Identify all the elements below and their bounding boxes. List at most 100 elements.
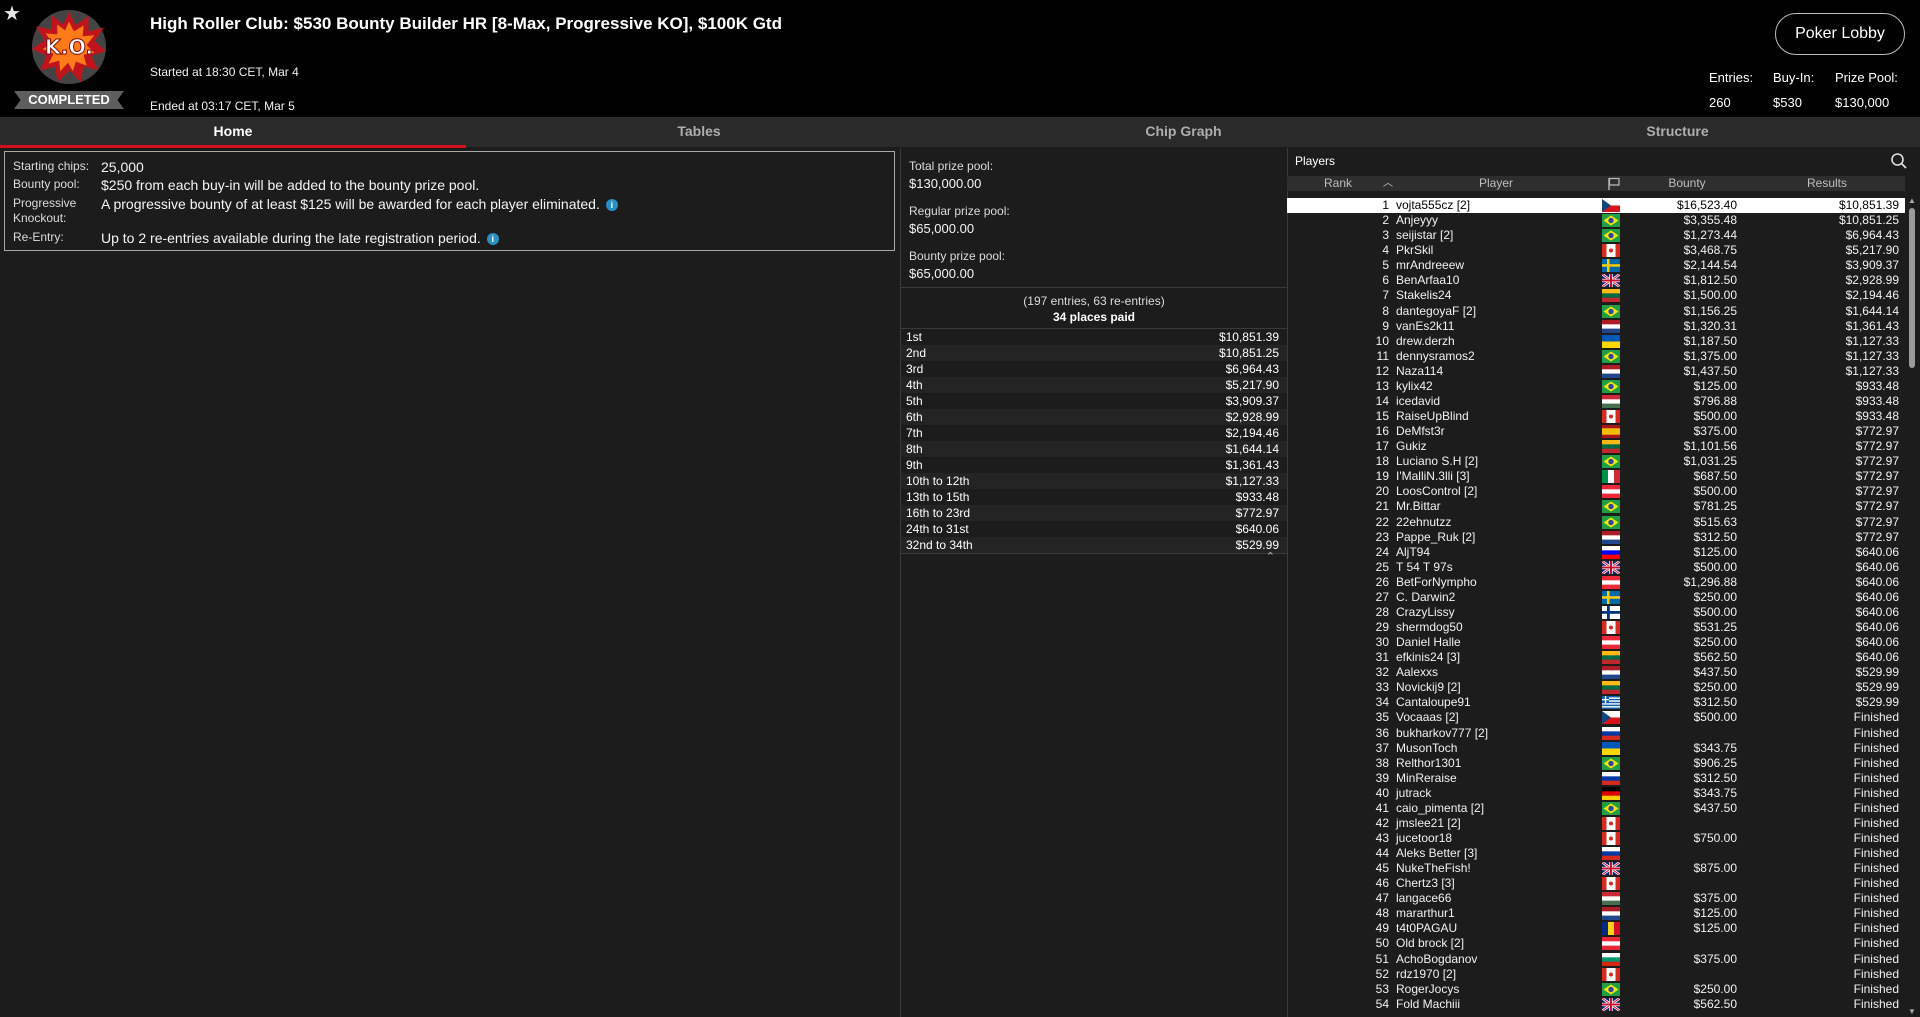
bounty-pool-value: $250 from each buy-in will be added to t… bbox=[101, 177, 480, 193]
table-row[interactable]: 34 Cantaloupe91 $312.50 $529.99 bbox=[1287, 695, 1905, 710]
scroll-up-icon[interactable]: ▲ bbox=[1908, 196, 1916, 205]
table-row[interactable]: 10 drew.derzh $1,187.50 $1,127.33 bbox=[1287, 334, 1905, 349]
table-row[interactable]: 29 shermdog50 $531.25 $640.06 bbox=[1287, 620, 1905, 635]
table-row[interactable]: 35 Vocaaas [2] $500.00 Finished bbox=[1287, 710, 1905, 725]
table-row[interactable]: 21 Mr.Bittar $781.25 $772.97 bbox=[1287, 499, 1905, 514]
table-row[interactable]: 53 RogerJocys $250.00 Finished bbox=[1287, 982, 1905, 997]
player-bounty: $687.50 bbox=[1693, 469, 1737, 484]
scroll-thumb[interactable] bbox=[1909, 208, 1915, 368]
player-rank: 7 bbox=[1382, 288, 1389, 303]
tab-structure[interactable]: Structure bbox=[1435, 117, 1920, 147]
table-row[interactable]: 39 MinReraise $312.50 Finished bbox=[1287, 771, 1905, 786]
table-row[interactable]: 16 DeMfst3r $375.00 $772.97 bbox=[1287, 424, 1905, 439]
table-row[interactable]: 23 Pappe_Ruk [2] $312.50 $772.97 bbox=[1287, 530, 1905, 545]
table-row[interactable]: 49 t4t0PAGAU $125.00 Finished bbox=[1287, 921, 1905, 936]
table-row[interactable]: 5 mrAndreeew $2,144.54 $3,909.37 bbox=[1287, 258, 1905, 273]
table-row[interactable]: 12 Naza114 $1,437.50 $1,127.33 bbox=[1287, 364, 1905, 379]
table-row[interactable]: 32 Aalexxs $437.50 $529.99 bbox=[1287, 665, 1905, 680]
table-row[interactable]: 47 langace66 $375.00 Finished bbox=[1287, 891, 1905, 906]
table-row[interactable]: 38 Relthor1301 $906.25 Finished bbox=[1287, 756, 1905, 771]
country-flag-icon bbox=[1602, 515, 1620, 529]
player-result: Finished bbox=[1853, 951, 1899, 966]
player-column-header[interactable]: Player bbox=[1396, 176, 1596, 191]
rank-column-header[interactable]: Rank bbox=[1287, 176, 1389, 191]
flag-icon[interactable] bbox=[1607, 177, 1621, 190]
table-row[interactable]: 46 Chertz3 [3] Finished bbox=[1287, 876, 1905, 891]
table-row[interactable]: 42 jmslee21 [2] Finished bbox=[1287, 816, 1905, 831]
table-row[interactable]: 2 Anjeyyy $3,355.48 $10,851.25 bbox=[1287, 213, 1905, 228]
player-name: BenArfaa10 bbox=[1396, 273, 1460, 288]
player-rank: 26 bbox=[1375, 574, 1389, 589]
table-row[interactable]: 40 jutrack $343.75 Finished bbox=[1287, 786, 1905, 801]
table-row[interactable]: 18 Luciano S.H [2] $1,031.25 $772.97 bbox=[1287, 454, 1905, 469]
sort-up-icon[interactable]: ︿ bbox=[1383, 176, 1393, 191]
tab-home[interactable]: Home bbox=[0, 117, 466, 148]
player-result: $10,851.25 bbox=[1838, 213, 1899, 228]
table-row[interactable]: 43 jucetoor18 $750.00 Finished bbox=[1287, 831, 1905, 846]
tab-chip-graph[interactable]: Chip Graph bbox=[932, 117, 1435, 147]
table-row[interactable]: 31 efkinis24 [3] $562.50 $640.06 bbox=[1287, 650, 1905, 665]
player-name: dantegoyaF [2] bbox=[1396, 303, 1477, 318]
table-row[interactable]: 25 T 54 T 97s $500.00 $640.06 bbox=[1287, 559, 1905, 575]
table-row[interactable]: 7 Stakelis24 $1,500.00 $2,194.46 bbox=[1287, 288, 1905, 303]
table-row[interactable]: 11 dennysramos2 $1,375.00 $1,127.33 bbox=[1287, 349, 1905, 364]
table-row[interactable]: 54 Fold Machiii $562.50 Finished bbox=[1287, 996, 1905, 1012]
table-row[interactable]: 44 Aleks Better [3] Finished bbox=[1287, 846, 1905, 861]
bounty-column-header[interactable]: Bounty bbox=[1637, 176, 1737, 191]
player-result: $1,127.33 bbox=[1845, 333, 1899, 348]
poker-lobby-button[interactable]: Poker Lobby bbox=[1775, 13, 1905, 55]
table-row[interactable]: 45 NukeTheFish! $875.00 Finished bbox=[1287, 861, 1905, 877]
table-row[interactable]: 15 RaiseUpBlind $500.00 $933.48 bbox=[1287, 409, 1905, 424]
payout-amount: $10,851.39 bbox=[1218, 330, 1279, 344]
table-row[interactable]: 20 LoosControl [2] $500.00 $772.97 bbox=[1287, 484, 1905, 499]
table-row[interactable]: 27 C. Darwin2 $250.00 $640.06 bbox=[1287, 590, 1905, 605]
table-row[interactable]: 1 vojta555cz [2] $16,523.40 $10,851.39 bbox=[1287, 198, 1905, 213]
table-row[interactable]: 8 dantegoyaF [2] $1,156.25 $1,644.14 bbox=[1287, 304, 1905, 319]
search-icon[interactable] bbox=[1890, 152, 1908, 170]
table-row[interactable]: 14 icedavid $796.88 $933.48 bbox=[1287, 394, 1905, 409]
table-row[interactable]: 22 22ehnutzz $515.63 $772.97 bbox=[1287, 515, 1905, 530]
table-row[interactable]: 48 mararthur1 $125.00 Finished bbox=[1287, 906, 1905, 921]
player-bounty: $1,296.88 bbox=[1683, 574, 1737, 589]
table-row[interactable]: 37 MusonToch $343.75 Finished bbox=[1287, 741, 1905, 756]
country-flag-icon bbox=[1602, 636, 1620, 650]
info-icon[interactable]: i bbox=[486, 233, 499, 246]
table-row[interactable]: 6 BenArfaa10 $1,812.50 $2,928.99 bbox=[1287, 273, 1905, 289]
prize-panel: Total prize pool: $130,000.00 Regular pr… bbox=[900, 148, 1288, 1017]
results-column-header[interactable]: Results bbox=[1749, 176, 1905, 191]
table-row[interactable]: 13 kylix42 $125.00 $933.48 bbox=[1287, 379, 1905, 394]
table-row[interactable]: 51 AchoBogdanov $375.00 Finished bbox=[1287, 952, 1905, 967]
player-result: $772.97 bbox=[1855, 499, 1899, 514]
country-flag-icon bbox=[1602, 892, 1620, 906]
player-rank: 2 bbox=[1382, 213, 1389, 228]
player-result: $772.97 bbox=[1855, 484, 1899, 499]
player-name: MinReraise bbox=[1396, 770, 1457, 785]
tab-tables[interactable]: Tables bbox=[466, 117, 932, 147]
collapse-icon[interactable]: ⌃ bbox=[1266, 550, 1275, 563]
table-row[interactable]: 52 rdz1970 [2] Finished bbox=[1287, 967, 1905, 982]
table-row[interactable]: 28 CrazyLissy $500.00 $640.06 bbox=[1287, 605, 1905, 620]
player-rank: 31 bbox=[1375, 650, 1389, 665]
table-row[interactable]: 41 caio_pimenta [2] $437.50 Finished bbox=[1287, 801, 1905, 816]
table-row[interactable]: 19 I'MalliN.3lli [3] $687.50 $772.97 bbox=[1287, 469, 1905, 484]
table-row[interactable]: 4 PkrSkil $3,468.75 $5,217.90 bbox=[1287, 243, 1905, 258]
table-row[interactable]: 3 seijistar [2] $1,273.44 $6,964.43 bbox=[1287, 228, 1905, 243]
table-row[interactable]: 50 Old brock [2] Finished bbox=[1287, 936, 1905, 951]
star-icon[interactable]: ★ bbox=[3, 1, 21, 26]
scroll-down-icon[interactable]: ▼ bbox=[1908, 1007, 1916, 1016]
table-row[interactable]: 26 BetForNympho $1,296.88 $640.06 bbox=[1287, 575, 1905, 590]
player-result: $933.48 bbox=[1855, 378, 1899, 393]
info-icon[interactable]: i bbox=[605, 199, 618, 212]
table-row[interactable]: 24 AljT94 $125.00 $640.06 bbox=[1287, 545, 1905, 560]
country-flag-icon bbox=[1602, 937, 1620, 951]
player-result: Finished bbox=[1853, 966, 1899, 981]
player-rank: 25 bbox=[1375, 559, 1389, 574]
table-row[interactable]: 17 Gukiz $1,101.56 $772.97 bbox=[1287, 439, 1905, 454]
player-bounty: $515.63 bbox=[1693, 514, 1737, 529]
table-row[interactable]: 36 bukharkov777 [2] Finished bbox=[1287, 726, 1905, 741]
table-row[interactable]: 9 vanEs2k11 $1,320.31 $1,361.43 bbox=[1287, 319, 1905, 334]
players-scrollbar[interactable]: ▲ ▼ bbox=[1908, 196, 1917, 1016]
table-row[interactable]: 33 Novickij9 [2] $250.00 $529.99 bbox=[1287, 680, 1905, 695]
player-rank: 39 bbox=[1375, 770, 1389, 785]
table-row[interactable]: 30 Daniel Halle $250.00 $640.06 bbox=[1287, 635, 1905, 650]
